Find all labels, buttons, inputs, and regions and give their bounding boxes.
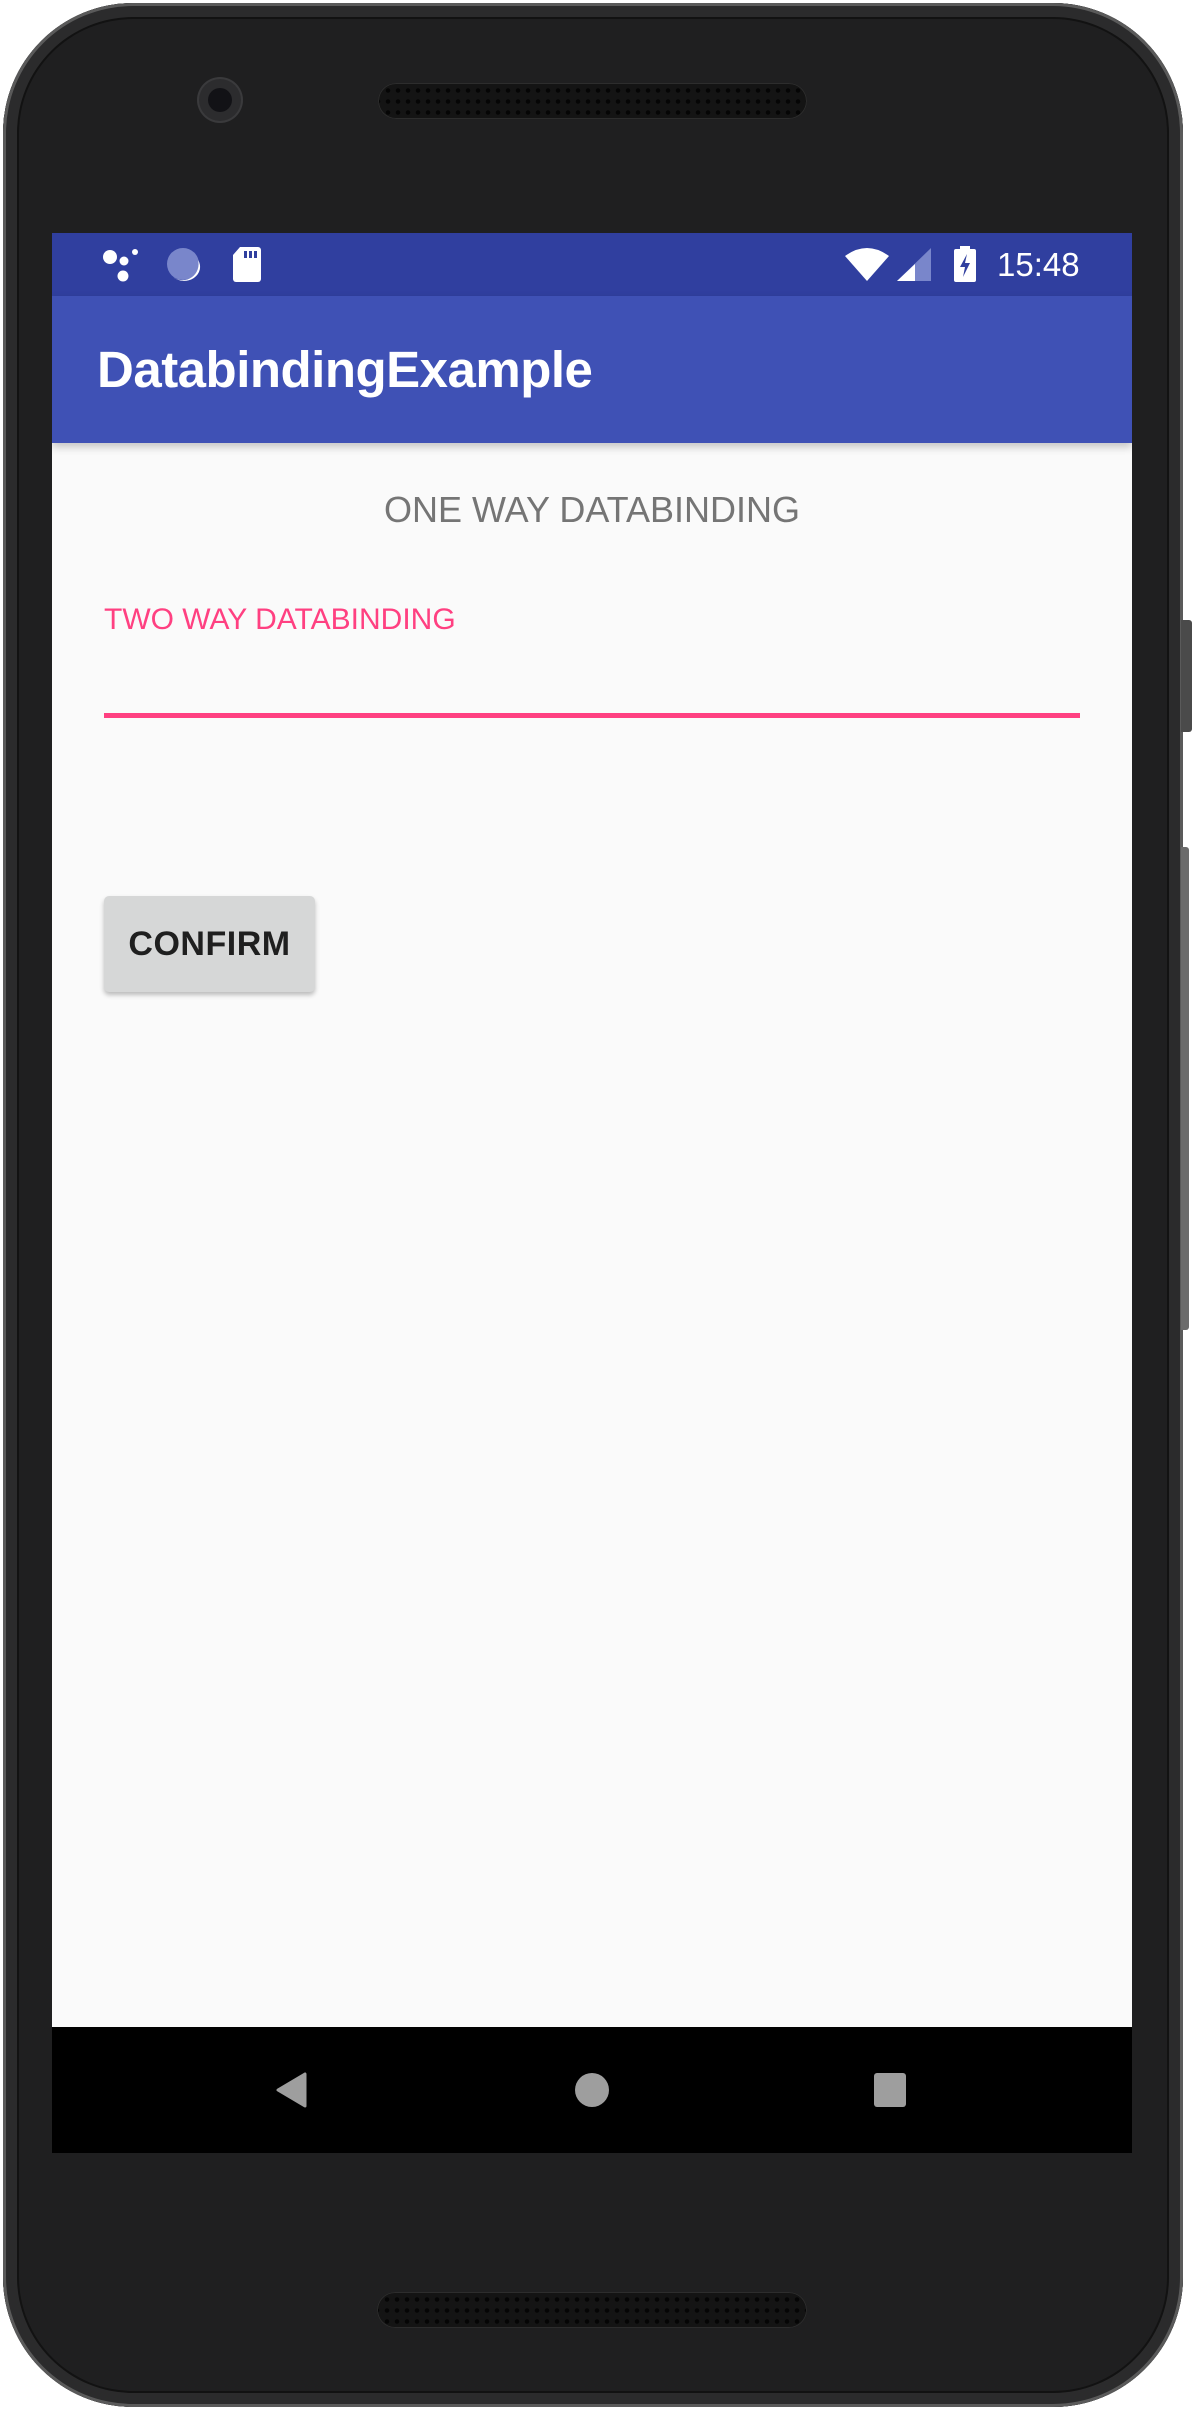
assistant-dots-icon bbox=[103, 249, 138, 282]
power-button[interactable] bbox=[1181, 620, 1192, 732]
cell-signal-icon bbox=[897, 248, 931, 281]
two-way-field-label: TWO WAY DATABINDING bbox=[104, 603, 456, 636]
two-way-databinding-input[interactable] bbox=[104, 653, 1080, 718]
recents-button[interactable] bbox=[865, 2065, 915, 2115]
screen: 15:48 DatabindingExample ONE WAY DATABIN… bbox=[52, 233, 1132, 2153]
home-icon bbox=[575, 2073, 609, 2107]
app-title: DatabindingExample bbox=[97, 341, 593, 398]
confirm-button[interactable]: CONFIRM bbox=[104, 896, 315, 992]
one-way-databinding-text: ONE WAY DATABINDING bbox=[383, 489, 801, 530]
bottom-speaker bbox=[377, 2292, 807, 2328]
clock: 15:48 bbox=[997, 246, 1080, 283]
sync-progress-icon bbox=[167, 248, 201, 281]
recents-icon bbox=[874, 2073, 906, 2107]
back-button[interactable] bbox=[267, 2065, 317, 2115]
app-toolbar: DatabindingExample bbox=[52, 296, 1132, 443]
navigation-bar bbox=[52, 2027, 1132, 2153]
earpiece-speaker bbox=[378, 83, 807, 119]
wifi-icon bbox=[845, 248, 889, 281]
status-bar: 15:48 bbox=[52, 233, 1132, 296]
back-icon bbox=[276, 2072, 307, 2108]
front-camera bbox=[199, 79, 241, 121]
volume-rocker[interactable] bbox=[1181, 847, 1189, 1330]
home-button[interactable] bbox=[567, 2065, 617, 2115]
battery-charging-icon bbox=[954, 246, 976, 282]
sd-card-icon bbox=[233, 247, 261, 282]
